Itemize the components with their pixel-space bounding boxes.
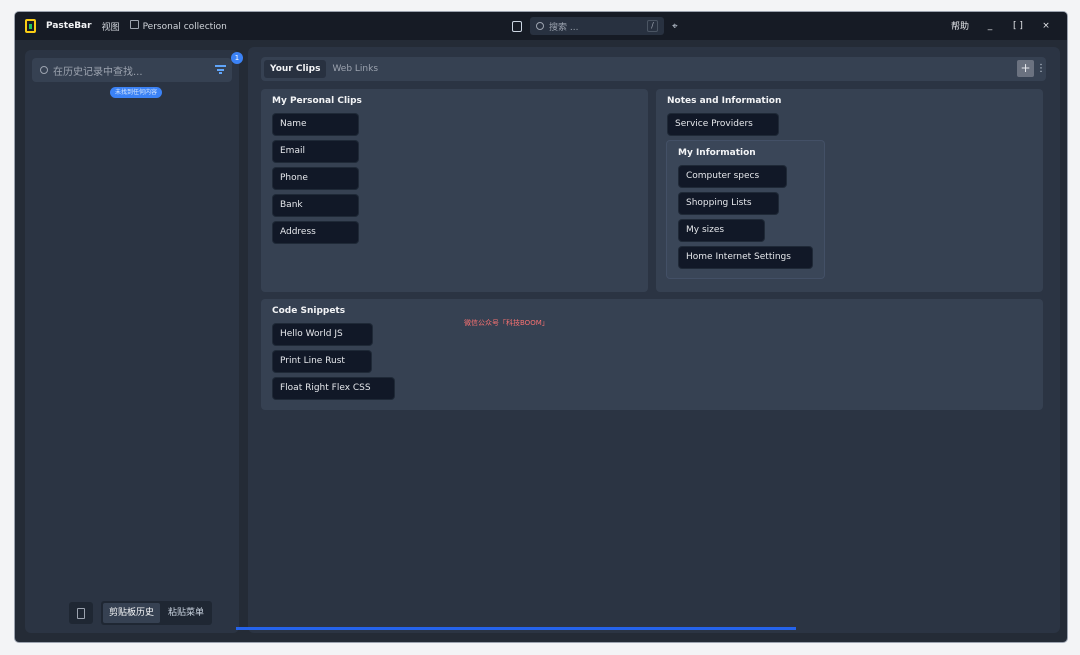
clip-float-right-flex-css[interactable]: Float Right Flex CSS (273, 378, 394, 399)
board-personal[interactable]: My Personal Clips Name Email Phone Bank … (261, 89, 648, 292)
clip-computer-specs[interactable]: Computer specs (679, 166, 786, 187)
clipboard-button[interactable] (69, 602, 93, 624)
global-search-placeholder: 搜索 ... (549, 22, 579, 33)
clip-shopping-lists[interactable]: Shopping Lists (679, 193, 778, 214)
watermark-text: 微信公众号「科技BOOM」 (464, 319, 549, 327)
filter-count-badge: 1 (231, 52, 243, 64)
collection-icon (129, 20, 139, 29)
board-code[interactable]: Code Snippets Hello World JS Print Line … (261, 299, 1043, 410)
help-menu[interactable]: 帮助 (951, 19, 969, 32)
search-icon (536, 22, 544, 30)
collection-label: Personal collection (142, 22, 227, 32)
search-shortcut-key: / (647, 20, 658, 32)
paste-menu-tab[interactable]: 粘贴菜单 (162, 603, 210, 623)
clip-address[interactable]: Address (273, 222, 358, 243)
sidebar-mode-switch: 剪贴板历史 粘贴菜单 (101, 601, 213, 625)
clip-phone[interactable]: Phone (273, 168, 358, 189)
desktop-strip (236, 627, 796, 630)
tabs-bar: Your Clips Web Links + ⋮ (261, 57, 1046, 81)
board-title: Code Snippets (272, 306, 346, 316)
tab-your-clips[interactable]: Your Clips (264, 60, 327, 78)
app-window: PasteBar 视图 Personal collection 搜索 ... /… (15, 12, 1067, 642)
clip-home-internet-settings[interactable]: Home Internet Settings (679, 247, 812, 268)
app-name: PasteBar (46, 21, 92, 31)
clip-my-sizes[interactable]: My sizes (679, 220, 764, 241)
board-notes[interactable]: Notes and Information Service Providers … (656, 89, 1043, 292)
clips-main-area: Your Clips Web Links + ⋮ My Personal Cli… (248, 47, 1060, 633)
clip-name[interactable]: Name (273, 114, 358, 135)
board-title: Notes and Information (667, 96, 782, 106)
more-options-icon[interactable]: ⋮ (1036, 60, 1046, 77)
empty-state-badge: 未找到任何内容 (110, 87, 163, 98)
compact-view-icon[interactable] (512, 20, 522, 32)
history-search-input[interactable]: 在历史记录中查找... (32, 58, 232, 82)
clip-print-line-rust[interactable]: Print Line Rust (273, 351, 371, 372)
global-search-input[interactable]: 搜索 ... / (530, 17, 664, 35)
clip-bank[interactable]: Bank (273, 195, 358, 216)
board-my-information[interactable]: My Information Computer specs Shopping L… (667, 141, 824, 278)
clip-email[interactable]: Email (273, 141, 358, 162)
maximize-button[interactable]: [ ] (1011, 21, 1025, 31)
sub-board-title: My Information (678, 148, 756, 158)
tab-web-links[interactable]: Web Links (326, 60, 384, 78)
clipboard-history-tab[interactable]: 剪贴板历史 (103, 603, 161, 623)
pin-icon[interactable]: ⌖ (672, 21, 678, 32)
history-sidebar: 在历史记录中查找... 1 未找到任何内容 剪贴板历史 粘贴菜单 (25, 50, 243, 633)
add-tab-button[interactable]: + (1017, 60, 1034, 77)
collection-selector[interactable]: Personal collection (129, 20, 227, 32)
title-bar: PasteBar 视图 Personal collection 搜索 ... /… (15, 12, 1067, 40)
clipboard-logo-icon (25, 19, 36, 33)
filter-icon[interactable] (215, 65, 226, 74)
board-title: My Personal Clips (272, 96, 362, 106)
minimize-button[interactable]: _ (983, 21, 997, 31)
view-menu[interactable]: 视图 (102, 20, 120, 33)
close-button[interactable]: × (1039, 21, 1053, 31)
clipboard-icon (77, 607, 85, 619)
clip-hello-world-js[interactable]: Hello World JS (273, 324, 372, 345)
search-icon (40, 66, 48, 74)
clip-service-providers[interactable]: Service Providers (668, 114, 778, 135)
history-search-placeholder: 在历史记录中查找... (53, 66, 143, 78)
